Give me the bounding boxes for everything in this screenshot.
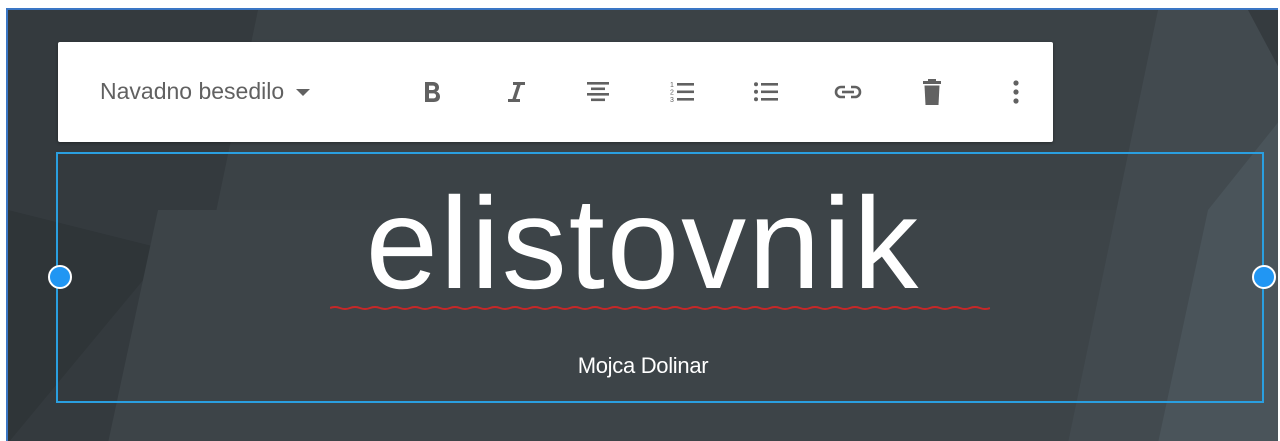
italic-icon <box>508 82 525 102</box>
more-vertical-icon <box>1013 80 1019 104</box>
formatting-toolbar: Navadno besedilo 1 2 3 <box>58 42 1053 142</box>
spellcheck-underline <box>330 306 990 310</box>
align-center-button[interactable] <box>576 70 620 114</box>
link-button[interactable] <box>826 70 870 114</box>
more-options-button[interactable] <box>994 70 1038 114</box>
italic-button[interactable] <box>494 70 538 114</box>
header-subtitle[interactable]: Mojca Dolinar <box>8 353 1278 379</box>
bold-button[interactable] <box>410 70 454 114</box>
numbered-list-icon: 1 2 3 <box>670 82 694 104</box>
text-style-label: Navadno besedilo <box>100 77 285 104</box>
bold-icon <box>425 82 440 102</box>
svg-text:3: 3 <box>670 97 674 104</box>
svg-text:1: 1 <box>670 82 674 89</box>
trash-icon <box>923 79 941 105</box>
bulleted-list-icon <box>754 82 778 102</box>
delete-button[interactable] <box>910 70 954 114</box>
svg-text:2: 2 <box>670 90 674 97</box>
link-icon <box>834 85 862 99</box>
bulleted-list-button[interactable] <box>744 70 788 114</box>
editor-canvas: Navadno besedilo 1 2 3 elistovnik Mojca … <box>6 8 1278 441</box>
header-title[interactable]: elistovnik <box>8 178 1278 308</box>
numbered-list-button[interactable]: 1 2 3 <box>660 70 704 114</box>
chevron-down-icon <box>296 89 311 96</box>
header-title-text: elistovnik <box>365 170 921 316</box>
text-style-dropdown[interactable]: Navadno besedilo <box>100 75 311 107</box>
align-center-icon <box>587 82 609 102</box>
